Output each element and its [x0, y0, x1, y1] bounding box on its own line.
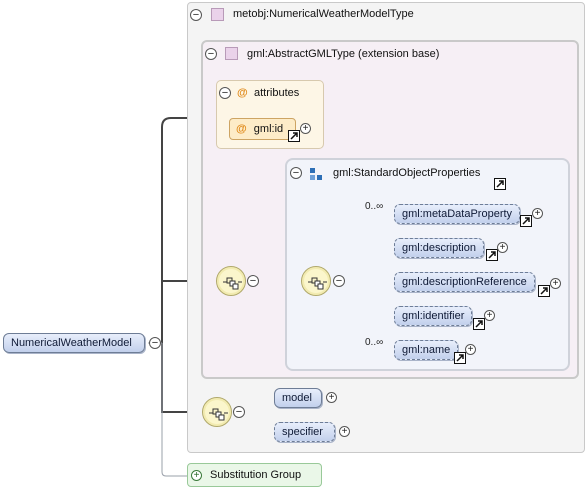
group-collapse-button[interactable]: −	[290, 167, 302, 179]
root-collapse-button[interactable]: −	[149, 337, 161, 349]
element-expand-button[interactable]: +	[326, 392, 337, 403]
element-gml-name[interactable]: gml:name	[394, 340, 459, 360]
attribute-label: gml:id	[253, 123, 284, 135]
group-icon	[310, 168, 324, 182]
root-element[interactable]: NumericalWeatherModel	[3, 333, 145, 353]
occurrence-label: 0..∞	[365, 337, 384, 348]
attribute-expand-button[interactable]: +	[300, 123, 311, 134]
arrow-link-icon[interactable]	[454, 352, 466, 364]
group-title: gml:StandardObjectProperties	[333, 167, 481, 179]
arrow-link-icon[interactable]	[494, 178, 506, 190]
attribute-symbol-icon: @	[237, 87, 248, 99]
type-title: metobj:NumericalWeatherModelType	[233, 8, 414, 20]
complex-type-icon	[225, 47, 238, 60]
arrow-link-icon[interactable]	[538, 285, 550, 297]
element-gml-metadataproperty[interactable]: gml:metaDataProperty	[394, 204, 521, 224]
element-specifier[interactable]: specifier	[274, 422, 335, 442]
element-gml-identifier[interactable]: gml:identifier	[394, 306, 473, 326]
occurrence-label: 0..∞	[365, 201, 384, 212]
arrow-link-icon[interactable]	[486, 249, 498, 261]
element-gml-description[interactable]: gml:description	[394, 238, 484, 258]
attributes-header: attributes	[254, 87, 300, 99]
substitution-group-label: Substitution Group	[210, 469, 302, 481]
complex-type-icon	[211, 8, 224, 21]
element-gml-descriptionreference[interactable]: gml:descriptionReference	[394, 272, 535, 292]
sequence-compositor-icon[interactable]	[301, 266, 331, 296]
sequence-compositor-icon[interactable]	[216, 266, 246, 296]
sequence-collapse-button[interactable]: −	[333, 275, 345, 287]
base-collapse-button[interactable]: −	[205, 48, 217, 60]
attribute-gml-id[interactable]: @ gml:id	[229, 118, 296, 140]
attributes-collapse-button[interactable]: −	[219, 87, 231, 99]
arrow-link-icon[interactable]	[473, 318, 485, 330]
element-expand-button[interactable]: +	[339, 426, 350, 437]
element-expand-button[interactable]: +	[497, 242, 508, 253]
arrow-link-icon[interactable]	[520, 215, 532, 227]
sequence-compositor-icon[interactable]	[202, 397, 232, 427]
sequence-collapse-button[interactable]: −	[247, 275, 259, 287]
expand-circle-icon[interactable]: +	[191, 470, 202, 481]
element-expand-button[interactable]: +	[532, 208, 543, 219]
element-expand-button[interactable]: +	[550, 278, 561, 289]
element-model[interactable]: model	[274, 388, 322, 408]
type-collapse-button[interactable]: −	[190, 9, 202, 21]
attribute-symbol-icon: @	[236, 123, 247, 135]
element-expand-button[interactable]: +	[465, 344, 476, 355]
base-title: gml:AbstractGMLType (extension base)	[247, 48, 440, 60]
arrow-link-icon[interactable]	[288, 130, 300, 142]
sequence-collapse-button[interactable]: −	[233, 406, 245, 418]
element-expand-button[interactable]: +	[484, 310, 495, 321]
